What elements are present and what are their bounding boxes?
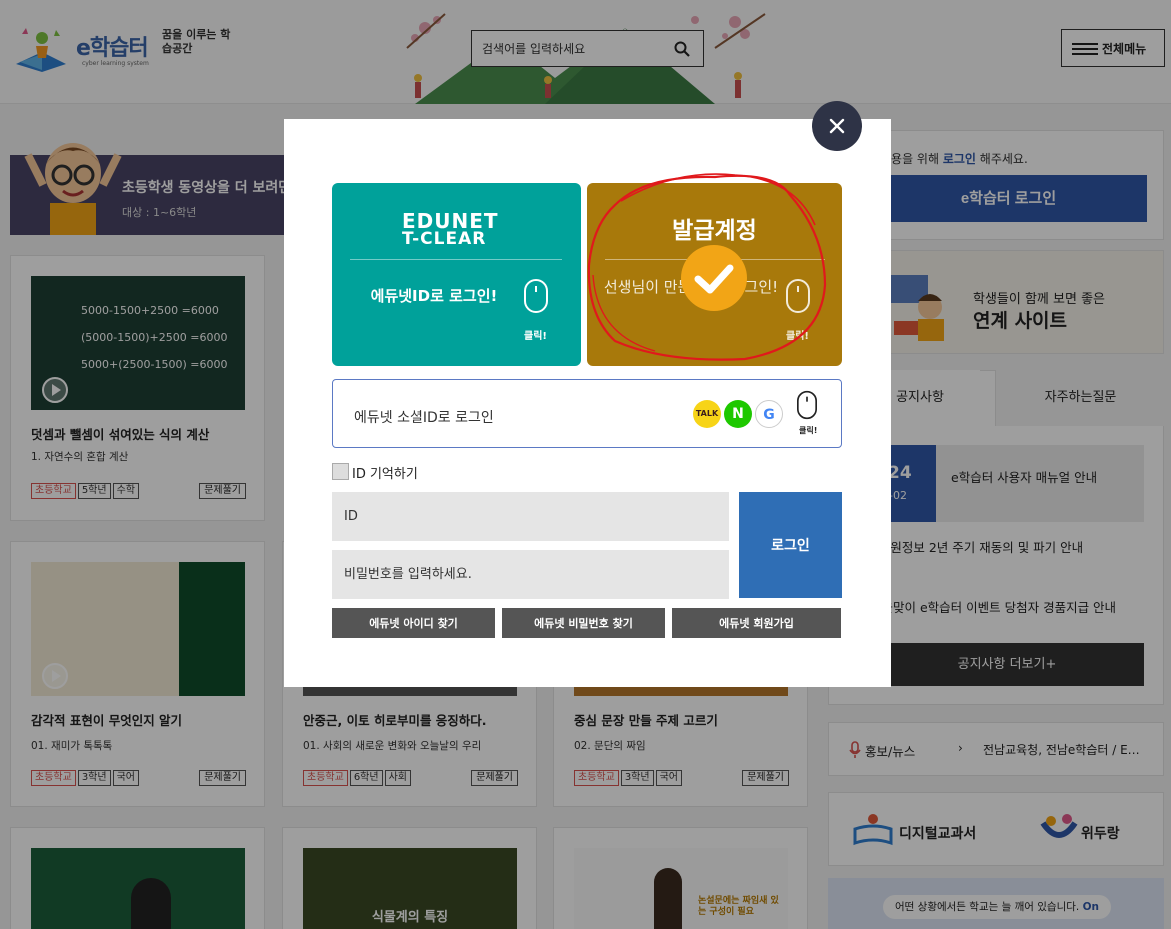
edunet-logo-text: EDUNET	[402, 209, 499, 233]
naver-icon[interactable]: N	[724, 400, 752, 428]
tile-divider	[350, 259, 562, 260]
remember-id-checkbox[interactable]	[332, 463, 349, 480]
remember-id-label: ID 기억하기	[352, 467, 418, 482]
mouse-icon	[786, 279, 810, 313]
click-label: 클릭!	[786, 331, 809, 342]
close-icon	[829, 118, 845, 134]
social-login-label: 에듀넷 소셜ID로 로그인	[354, 410, 494, 426]
google-icon[interactable]: G	[755, 400, 783, 428]
click-label: 클릭!	[799, 426, 818, 435]
password-input[interactable]	[332, 550, 729, 599]
mouse-icon	[797, 390, 817, 420]
tclear-logo-text: T-CLEAR	[402, 229, 487, 249]
mouse-icon	[524, 279, 548, 313]
kakao-talk-icon[interactable]: TALK	[693, 400, 721, 428]
issued-account-login-tile[interactable]: 발급계정 선생님이 만든 ID로 로그인! 클릭!	[587, 183, 842, 366]
issued-account-title: 발급계정	[672, 218, 757, 244]
edunet-id-login-tile[interactable]: EDUNET T-CLEAR 에듀넷ID로 로그인! 클릭!	[332, 183, 581, 366]
edunet-login-text: 에듀넷ID로 로그인!	[370, 287, 498, 305]
find-id-button[interactable]: 에듀넷 아이디 찾기	[332, 608, 495, 638]
check-circle-icon	[681, 245, 747, 311]
id-input[interactable]	[332, 492, 729, 541]
signup-button[interactable]: 에듀넷 회원가입	[672, 608, 841, 638]
find-password-button[interactable]: 에듀넷 비밀번호 찾기	[502, 608, 665, 638]
social-login-box[interactable]: 에듀넷 소셜ID로 로그인 TALK N G 클릭!	[332, 379, 842, 448]
edunet-tclear-logo: EDUNET T-CLEAR	[402, 209, 499, 249]
login-button[interactable]: 로그인	[739, 492, 842, 598]
login-modal: EDUNET T-CLEAR 에듀넷ID로 로그인! 클릭! 발급계정 선생님이…	[284, 119, 891, 687]
click-label: 클릭!	[524, 331, 547, 342]
close-modal-button[interactable]	[812, 101, 862, 151]
